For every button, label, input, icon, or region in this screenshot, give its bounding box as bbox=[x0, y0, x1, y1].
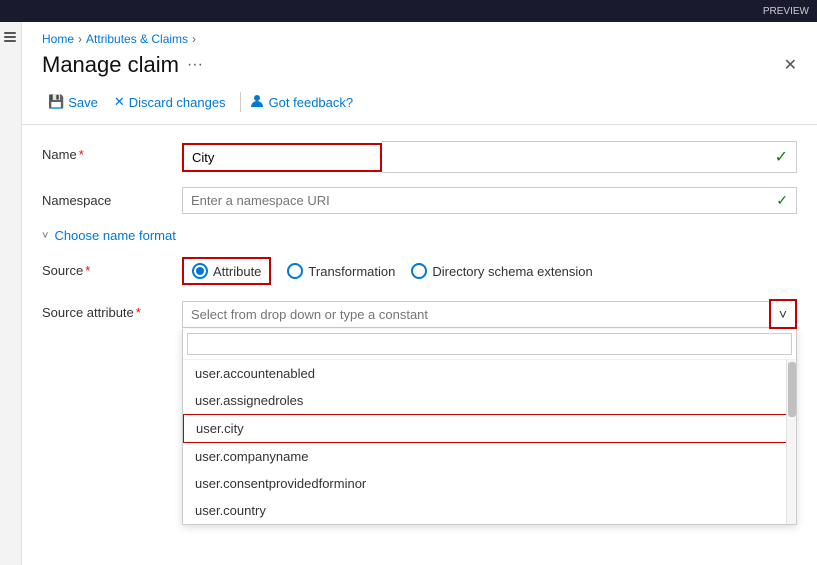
namespace-check-icon: ✓ bbox=[768, 192, 796, 209]
dropdown-list: user.accountenabled user.assignedroles u… bbox=[183, 360, 796, 524]
directory-radio-label: Directory schema extension bbox=[432, 264, 592, 279]
save-button[interactable]: 💾 Save bbox=[42, 90, 104, 114]
save-icon: 💾 bbox=[48, 94, 64, 110]
breadcrumb-sep2: › bbox=[192, 32, 196, 46]
dropdown-search-area bbox=[183, 329, 796, 360]
source-control: Attribute Transformation Directory schem… bbox=[182, 257, 797, 285]
source-required: * bbox=[85, 263, 90, 278]
transformation-radio-circle bbox=[287, 263, 303, 279]
dropdown-list-container: user.accountenabled user.assignedroles u… bbox=[183, 360, 796, 524]
name-row: Name* ✓ bbox=[42, 141, 797, 173]
feedback-label: Got feedback? bbox=[269, 95, 354, 110]
directory-radio-circle bbox=[411, 263, 427, 279]
name-check-icon: ✓ bbox=[775, 147, 788, 167]
form-area: Name* ✓ Namespace bbox=[22, 141, 817, 565]
name-label: Name* bbox=[42, 141, 182, 162]
toolbar: 💾 Save ✕ Discard changes Got feedback? bbox=[22, 90, 817, 125]
dropdown-item-4[interactable]: user.consentprovidedforminor bbox=[183, 470, 796, 497]
dropdown-item-5[interactable]: user.country bbox=[183, 497, 796, 524]
feedback-button[interactable]: Got feedback? bbox=[249, 93, 354, 112]
namespace-control: ✓ bbox=[182, 187, 797, 214]
dropdown-item-2[interactable]: user.city bbox=[183, 414, 796, 443]
source-attr-required: * bbox=[136, 305, 141, 320]
sidebar-nav-icon bbox=[3, 30, 19, 46]
attribute-radio-label: Attribute bbox=[213, 264, 261, 279]
page-options-button[interactable]: ··· bbox=[187, 56, 203, 74]
layout: Home › Attributes & Claims › Manage clai… bbox=[0, 22, 817, 565]
dropdown-search-input[interactable] bbox=[187, 333, 792, 355]
breadcrumb: Home › Attributes & Claims › bbox=[22, 22, 817, 52]
sidebar bbox=[0, 22, 22, 565]
source-attribute-dropdown-panel: user.accountenabled user.assignedroles u… bbox=[182, 329, 797, 525]
name-required: * bbox=[79, 147, 84, 162]
toolbar-separator bbox=[240, 92, 241, 112]
source-label: Source* bbox=[42, 257, 182, 278]
source-radio-group: Attribute Transformation Directory schem… bbox=[182, 257, 797, 285]
name-input-wrap: ✓ bbox=[182, 141, 797, 173]
choose-name-format-icon: ˅ bbox=[42, 230, 48, 242]
source-attribute-control: ˅ user.accountenabled user.assignedroles… bbox=[182, 299, 797, 525]
name-input[interactable] bbox=[182, 143, 382, 172]
close-button[interactable]: ✕ bbox=[784, 55, 797, 75]
discard-icon: ✕ bbox=[114, 94, 125, 110]
source-attribute-input[interactable] bbox=[182, 301, 769, 328]
source-row: Source* Attribute Transformation bbox=[42, 257, 797, 285]
namespace-row: Namespace ✓ bbox=[42, 187, 797, 214]
breadcrumb-sep1: › bbox=[78, 32, 82, 46]
dropdown-item-3[interactable]: user.companyname bbox=[183, 443, 796, 470]
page-title-row: Manage claim ··· ✕ bbox=[22, 52, 817, 90]
feedback-icon bbox=[249, 93, 265, 112]
discard-button[interactable]: ✕ Discard changes bbox=[108, 90, 232, 114]
top-bar-text: PREVIEW bbox=[763, 6, 809, 17]
source-attribute-option[interactable]: Attribute bbox=[182, 257, 271, 285]
dropdown-item-1[interactable]: user.assignedroles bbox=[183, 387, 796, 414]
breadcrumb-home[interactable]: Home bbox=[42, 32, 74, 46]
attribute-radio-circle bbox=[192, 263, 208, 279]
page-title-text: Manage claim bbox=[42, 52, 179, 78]
scrollbar-track[interactable] bbox=[786, 360, 796, 524]
source-attribute-row: Source attribute* ˅ user.acc bbox=[42, 299, 797, 525]
save-label: Save bbox=[68, 95, 98, 110]
name-rest: ✓ bbox=[382, 141, 797, 173]
namespace-input[interactable] bbox=[183, 188, 768, 213]
transformation-radio-label: Transformation bbox=[308, 264, 395, 279]
source-transformation-option[interactable]: Transformation bbox=[287, 263, 395, 279]
choose-name-format-label: Choose name format bbox=[54, 228, 175, 243]
source-directory-option[interactable]: Directory schema extension bbox=[411, 263, 592, 279]
name-control: ✓ bbox=[182, 141, 797, 173]
scrollbar-thumb bbox=[788, 362, 796, 417]
dropdown-item-0[interactable]: user.accountenabled bbox=[183, 360, 796, 387]
main-content: Home › Attributes & Claims › Manage clai… bbox=[22, 22, 817, 565]
source-attribute-label: Source attribute* bbox=[42, 299, 182, 320]
source-attribute-dropdown-wrap: ˅ bbox=[182, 299, 797, 329]
namespace-input-wrap: ✓ bbox=[182, 187, 797, 214]
namespace-label: Namespace bbox=[42, 187, 182, 208]
discard-label: Discard changes bbox=[129, 95, 226, 110]
top-bar: PREVIEW bbox=[0, 0, 817, 22]
source-attribute-dropdown-button[interactable]: ˅ bbox=[769, 299, 797, 329]
page-title: Manage claim ··· bbox=[42, 52, 203, 78]
breadcrumb-attributes[interactable]: Attributes & Claims bbox=[86, 32, 188, 46]
choose-name-format-row[interactable]: ˅ Choose name format bbox=[42, 228, 797, 243]
